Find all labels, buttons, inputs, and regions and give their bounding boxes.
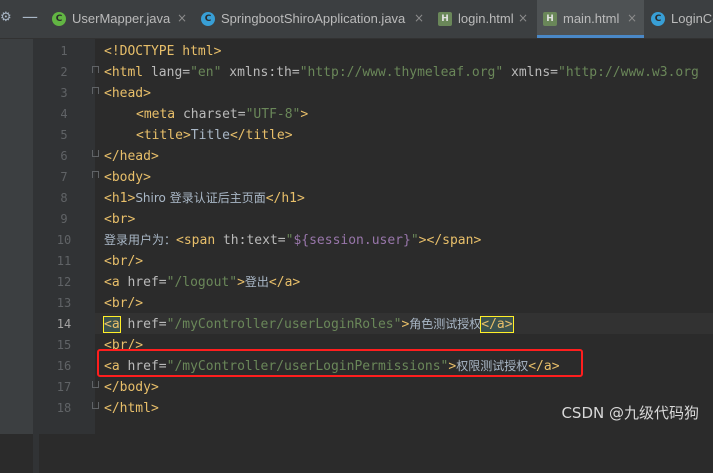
code-line: <br/> <box>104 254 144 269</box>
code-line: <h1>Shiro 登录认证后主页面</h1> <box>104 191 305 206</box>
fold-marker[interactable] <box>92 381 99 388</box>
code-line: <br> <box>104 212 136 227</box>
close-icon[interactable]: × <box>414 11 424 25</box>
tab-main-html[interactable]: H main.html × <box>537 0 644 38</box>
code-line: <html lang="en" xmlns:th="http://www.thy… <box>104 65 699 80</box>
line-number: 9 <box>60 212 68 226</box>
line-number: 15 <box>56 338 72 352</box>
spring-class-icon: C <box>201 12 215 26</box>
code-line: <title>Title</title> <box>136 128 293 143</box>
line-number: 4 <box>60 107 68 121</box>
close-icon[interactable]: × <box>627 11 637 25</box>
tab-label: login.html <box>458 11 514 26</box>
tab-label: main.html <box>563 11 620 26</box>
class-icon: C <box>651 12 665 26</box>
code-line: <br/> <box>104 296 144 311</box>
line-number: 6 <box>60 149 68 163</box>
code-line: </html> <box>104 401 159 416</box>
code-line: 登录用户为：<span th:text="${session.user}"></… <box>104 233 482 248</box>
ide-window: ⚙ — C UserMapper.java × C SpringbootShir… <box>0 0 713 473</box>
annotation-highlight-box <box>97 349 583 377</box>
tab-springbootshiroapplication[interactable]: C SpringbootShiroApplication.java × <box>195 0 431 38</box>
close-icon[interactable]: × <box>518 11 528 25</box>
tab-label: SpringbootShiroApplication.java <box>221 11 406 26</box>
line-number: 10 <box>56 233 72 247</box>
gear-icon[interactable]: ⚙ <box>0 10 14 26</box>
code-line: <a href="/logout">登出</a> <box>104 275 301 290</box>
fold-marker[interactable] <box>92 171 99 178</box>
code-line: </head> <box>104 149 159 164</box>
code-line-current: <a href="/myController/userLoginRoles">角… <box>103 316 514 333</box>
tab-label: LoginCo <box>671 11 713 26</box>
tool-window-strip <box>0 39 39 473</box>
code-line: <!DOCTYPE html> <box>104 44 222 59</box>
line-number: 3 <box>60 86 68 100</box>
line-number-current: 14 <box>56 317 72 331</box>
line-number: 12 <box>56 275 72 289</box>
code-line: <body> <box>104 170 151 185</box>
tab-usermapper[interactable]: C UserMapper.java × <box>46 0 194 38</box>
close-icon[interactable]: × <box>177 11 187 25</box>
line-number: 17 <box>56 380 72 394</box>
tab-logincontroller[interactable]: C LoginCo <box>645 0 713 38</box>
code-line: <head> <box>104 86 151 101</box>
html-file-icon: H <box>438 12 452 26</box>
line-number: 8 <box>60 191 68 205</box>
line-number: 1 <box>60 44 68 58</box>
fold-marker[interactable] <box>92 66 99 73</box>
line-number-gutter: 1 2 3 4 5 6 7 8 9 10 11 12 13 14 15 16 1… <box>33 39 95 434</box>
line-number: 2 <box>60 65 68 79</box>
line-number: 7 <box>60 170 68 184</box>
editor-tab-bar: ⚙ — C UserMapper.java × C SpringbootShir… <box>0 0 713 39</box>
line-number: 13 <box>56 296 72 310</box>
html-file-icon: H <box>543 12 557 26</box>
fold-marker[interactable] <box>92 87 99 94</box>
class-icon: C <box>52 12 66 26</box>
line-number: 16 <box>56 359 72 373</box>
code-line: </body> <box>104 380 159 395</box>
line-number: 11 <box>56 254 72 268</box>
minimize-icon[interactable]: — <box>21 8 39 26</box>
watermark: CSDN @九级代码狗 <box>561 404 699 422</box>
tab-label: UserMapper.java <box>72 11 171 26</box>
fold-marker[interactable] <box>92 402 99 409</box>
code-line: <meta charset="UTF-8"> <box>136 107 309 122</box>
fold-marker[interactable] <box>92 150 99 157</box>
tab-login-html[interactable]: H login.html × <box>432 0 533 38</box>
line-number: 5 <box>60 128 68 142</box>
line-number: 18 <box>56 401 72 415</box>
